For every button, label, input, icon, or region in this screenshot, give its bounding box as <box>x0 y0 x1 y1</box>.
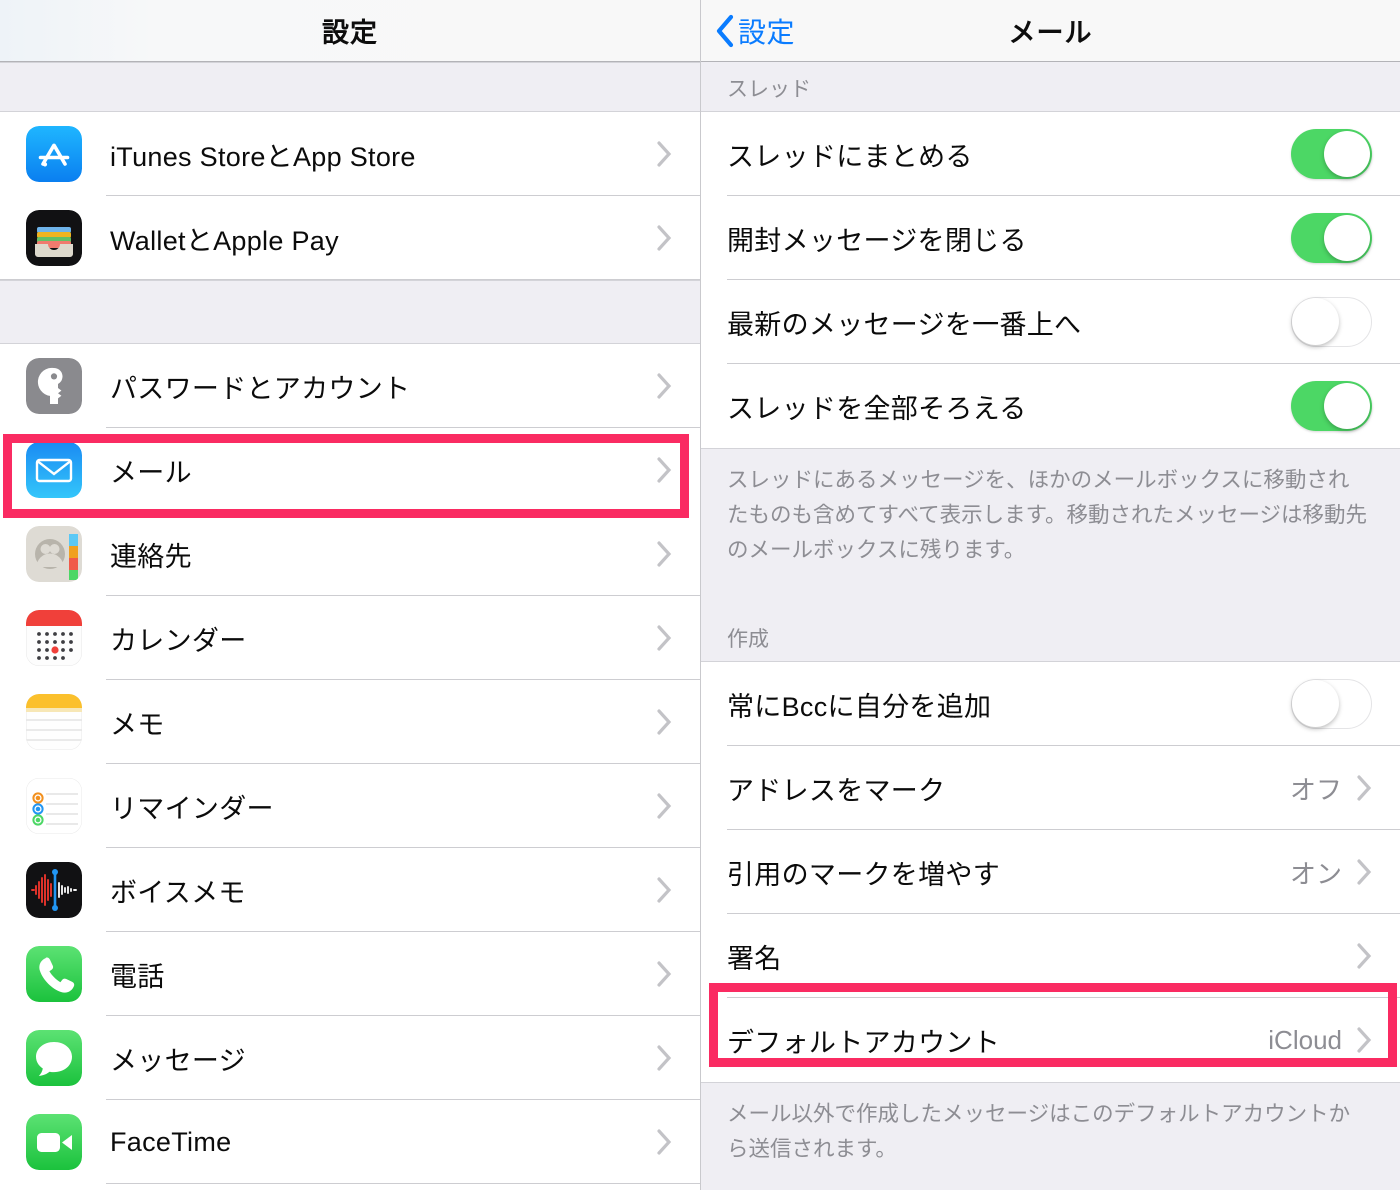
sidebar-item-phone[interactable]: 電話 <box>0 932 700 1016</box>
sidebar-item-itunes-app-store[interactable]: iTunes StoreとApp Store <box>0 112 700 196</box>
settings-navbar: 設定 <box>0 0 700 62</box>
row-signature[interactable]: 署名 <box>701 914 1400 998</box>
row-value: オフ <box>1289 774 1342 805</box>
wallet-icon <box>26 210 82 266</box>
sidebar-item-label: FaceTime <box>110 1126 232 1157</box>
facetime-icon <box>26 1114 82 1170</box>
mail-icon <box>26 442 82 498</box>
thread-section-footnote: スレッドにあるメッセージを、ほかのメールボックスに移動されたものも含めてすべて表… <box>701 448 1400 610</box>
back-button[interactable]: 設定 <box>714 0 795 62</box>
sidebar-item-reminders[interactable]: リマインダー <box>0 764 700 848</box>
row-label: 最新のメッセージを一番上へ <box>727 309 1082 340</box>
messages-icon <box>26 1030 82 1086</box>
chevron-right-icon <box>657 709 672 735</box>
chevron-right-icon <box>1357 859 1372 885</box>
key-icon <box>26 358 82 414</box>
sidebar-item-label: パスワードとアカウント <box>110 373 411 404</box>
row-label: 開封メッセージを閉じる <box>727 225 1027 256</box>
back-button-label: 設定 <box>738 17 796 48</box>
sidebar-item-label: カレンダー <box>110 625 247 656</box>
chevron-right-icon <box>657 225 672 251</box>
row-most-recent-message-on-top[interactable]: 最新のメッセージを一番上へ <box>701 280 1400 364</box>
sidebar-item-label: メール <box>110 457 192 488</box>
row-collapse-read-messages[interactable]: 開封メッセージを閉じる <box>701 196 1400 280</box>
row-complete-threads[interactable]: スレッドを全部そろえる <box>701 364 1400 448</box>
app-store-icon <box>26 126 82 182</box>
mail-title: メール <box>1008 18 1093 48</box>
row-default-account[interactable]: デフォルトアカウント iCloud <box>701 998 1400 1082</box>
row-value: iCloud <box>1268 1024 1342 1055</box>
sidebar-item-calendar[interactable]: カレンダー <box>0 596 700 680</box>
mail-navbar: 設定 メール <box>701 0 1400 62</box>
section-gap-middle <box>0 280 700 344</box>
settings-split-view: 設定 iTunes StoreとApp Store WalletとApple P… <box>0 0 1400 1190</box>
row-label: アドレスをマーク <box>727 775 946 806</box>
sidebar-item-voice-memos[interactable]: ボイスメモ <box>0 848 700 932</box>
notes-icon <box>26 694 82 750</box>
sidebar-item-label: メモ <box>110 709 165 740</box>
settings-title: 設定 <box>322 18 378 48</box>
section-gap-top <box>0 62 700 112</box>
row-label: スレッドを全部そろえる <box>727 393 1027 424</box>
settings-list-panel: 設定 iTunes StoreとApp Store WalletとApple P… <box>0 0 701 1190</box>
compose-section-header: 作成 <box>701 610 1400 662</box>
contacts-icon <box>26 526 82 582</box>
compose-section-header-label: 作成 <box>727 628 769 651</box>
toggle-collapse-read-messages[interactable] <box>1291 213 1372 263</box>
compose-footnote-text: メール以外で作成したメッセージはこのデフォルトアカウントから送信されます。 <box>727 1102 1351 1161</box>
sidebar-item-label: 電話 <box>110 961 165 992</box>
sidebar-item-label: iTunes StoreとApp Store <box>110 141 416 172</box>
chevron-right-icon <box>657 457 672 483</box>
row-label: スレッドにまとめる <box>727 141 973 172</box>
chevron-right-icon <box>1357 943 1372 969</box>
sidebar-item-wallet-apple-pay[interactable]: WalletとApple Pay <box>0 196 700 280</box>
thread-footnote-text: スレッドにあるメッセージを、ほかのメールボックスに移動されたものも含めてすべて表… <box>727 468 1368 562</box>
toggle-most-recent-message-on-top[interactable] <box>1291 297 1372 347</box>
chevron-right-icon <box>657 541 672 567</box>
toggle-organize-by-thread[interactable] <box>1291 129 1372 179</box>
sidebar-item-label: メッセージ <box>110 1045 246 1076</box>
phone-icon <box>26 946 82 1002</box>
sidebar-item-mail[interactable]: メール <box>0 428 700 512</box>
row-label: デフォルトアカウント <box>727 1027 1000 1058</box>
thread-section-header: スレッド <box>701 62 1400 112</box>
toggle-always-bcc-myself[interactable] <box>1291 679 1372 729</box>
row-increase-quote-level[interactable]: 引用のマークを増やす オン <box>701 830 1400 914</box>
chevron-right-icon <box>657 141 672 167</box>
sidebar-item-passwords-accounts[interactable]: パスワードとアカウント <box>0 344 700 428</box>
row-value: オン <box>1289 858 1342 889</box>
sidebar-item-messages[interactable]: メッセージ <box>0 1016 700 1100</box>
chevron-right-icon <box>657 625 672 651</box>
chevron-right-icon <box>657 1129 672 1155</box>
chevron-right-icon <box>657 1045 672 1071</box>
sidebar-item-contacts[interactable]: 連絡先 <box>0 512 700 596</box>
chevron-right-icon <box>657 961 672 987</box>
sidebar-item-notes[interactable]: メモ <box>0 680 700 764</box>
toggle-complete-threads[interactable] <box>1291 381 1372 431</box>
chevron-right-icon <box>657 793 672 819</box>
chevron-right-icon <box>657 877 672 903</box>
row-label: 引用のマークを増やす <box>727 859 1000 890</box>
chevron-right-icon <box>657 373 672 399</box>
sidebar-item-label: ボイスメモ <box>110 877 246 908</box>
row-organize-by-thread[interactable]: スレッドにまとめる <box>701 112 1400 196</box>
row-always-bcc-myself[interactable]: 常にBccに自分を追加 <box>701 662 1400 746</box>
mail-settings-panel: 設定 メール スレッド スレッドにまとめる 開封メッセージを閉じる 最新のメッセ… <box>701 0 1400 1190</box>
compose-section-footnote: メール以外で作成したメッセージはこのデフォルトアカウントから送信されます。 <box>701 1082 1400 1190</box>
calendar-icon <box>26 610 82 666</box>
thread-section-header-label: スレッド <box>727 78 811 101</box>
sidebar-item-label: WalletとApple Pay <box>110 225 339 256</box>
voice-memos-icon <box>26 862 82 918</box>
sidebar-item-facetime[interactable]: FaceTime <box>0 1100 700 1184</box>
chevron-right-icon <box>1357 775 1372 801</box>
reminders-icon <box>26 778 82 834</box>
chevron-right-icon <box>1357 1027 1372 1053</box>
sidebar-item-label: リマインダー <box>110 793 274 824</box>
row-mark-addresses[interactable]: アドレスをマーク オフ <box>701 746 1400 830</box>
row-label: 常にBccに自分を追加 <box>727 691 992 722</box>
chevron-left-icon <box>716 14 734 48</box>
row-label: 署名 <box>727 943 782 974</box>
sidebar-item-label: 連絡先 <box>110 541 192 572</box>
